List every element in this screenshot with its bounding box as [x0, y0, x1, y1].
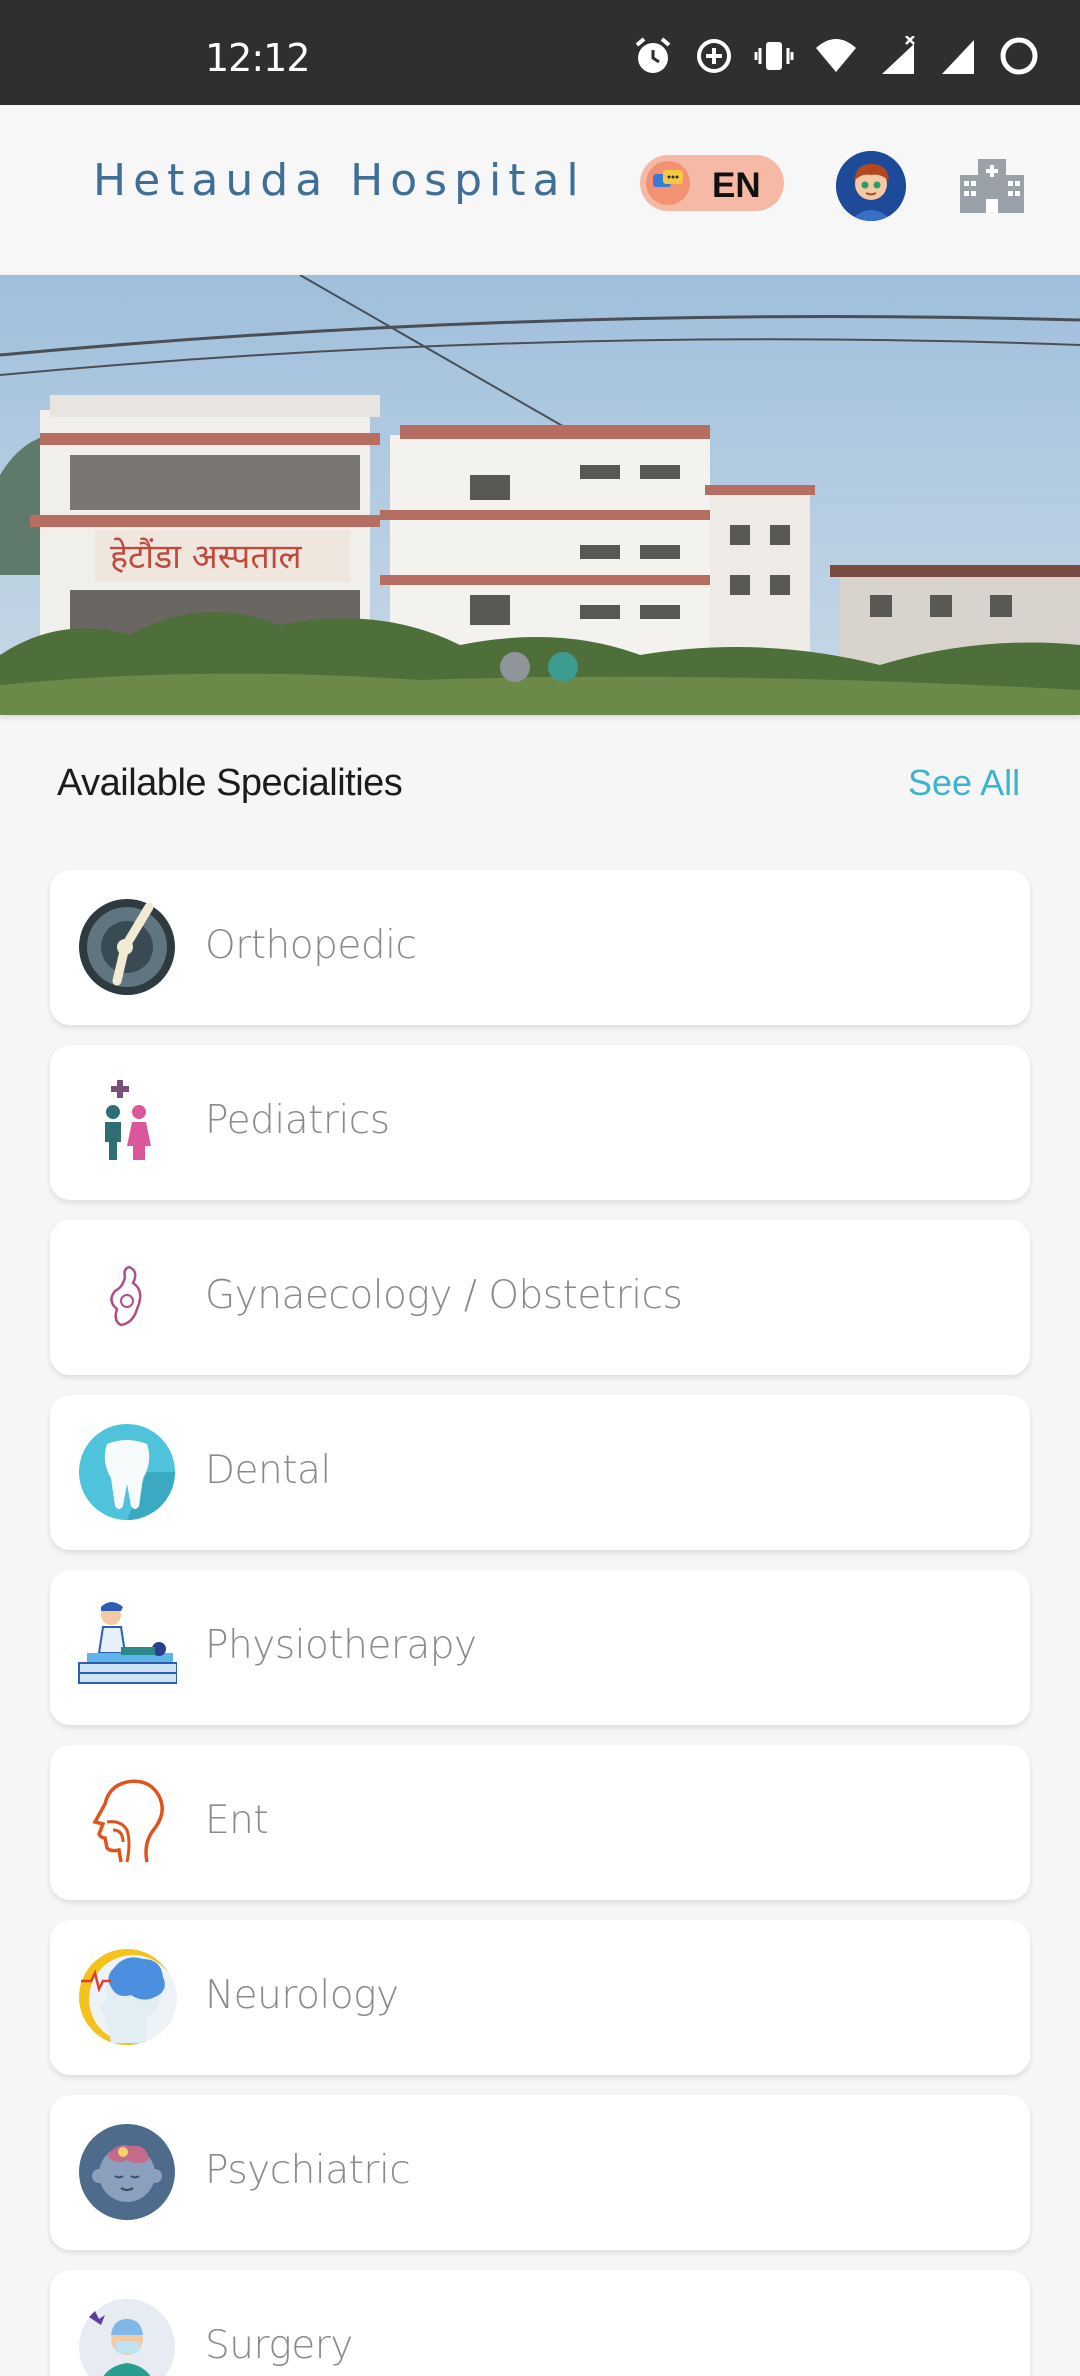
carousel-dot-1[interactable]: [500, 652, 530, 682]
speciality-card-physiotherapy[interactable]: Physiotherapy: [50, 1570, 1030, 1725]
speciality-label: Surgery: [205, 2323, 353, 2368]
language-toggle[interactable]: EN: [640, 155, 784, 211]
mind-head-icon: [79, 2124, 175, 2220]
carousel-dot-2-active[interactable]: [548, 652, 578, 682]
hospital-banner-image[interactable]: हेटौंडा अस्पताल: [0, 275, 1080, 715]
status-bar: 12:12: [0, 0, 1080, 105]
ear-nose-throat-icon: [92, 1779, 164, 1863]
hospital-building-icon[interactable]: [958, 155, 1026, 218]
speciality-label: Gynaecology / Obstetrics: [205, 1273, 683, 1318]
speciality-card-surgery[interactable]: Surgery: [50, 2270, 1030, 2376]
speciality-label: Orthopedic: [205, 923, 417, 968]
section-title: Available Specialities: [57, 762, 403, 804]
status-time: 12:12: [205, 36, 311, 80]
app-header: Hetauda Hospital EN: [0, 105, 1080, 275]
speciality-card-dental[interactable]: Dental: [50, 1395, 1030, 1550]
speciality-label: Ent: [205, 1798, 269, 1843]
signal-x-icon: [882, 36, 915, 74]
speciality-label: Psychiatric: [205, 2148, 411, 2193]
carousel-dots: [500, 652, 578, 682]
language-label: EN: [712, 166, 761, 205]
signal-icon: [942, 40, 974, 74]
alarm-icon: [635, 37, 671, 73]
speciality-card-ent[interactable]: Ent: [50, 1745, 1030, 1900]
speciality-card-neurology[interactable]: Neurology: [50, 1920, 1030, 2075]
speciality-label: Pediatrics: [205, 1098, 390, 1143]
tooth-icon: [79, 1424, 175, 1520]
status-icons: [632, 36, 1040, 76]
speciality-card-gynaecology[interactable]: Gynaecology / Obstetrics: [50, 1220, 1030, 1375]
speciality-label: Dental: [205, 1448, 331, 1493]
physiotherapy-massage-icon: [78, 1602, 177, 1684]
banner-sign-text: हेटौंडा अस्पताल: [110, 537, 302, 577]
speciality-card-pediatrics[interactable]: Pediatrics: [50, 1045, 1030, 1200]
surgeon-icon: [79, 2299, 175, 2376]
speciality-label: Physiotherapy: [205, 1623, 477, 1668]
avatar[interactable]: [836, 151, 906, 221]
mother-baby-icon: [110, 1265, 142, 1327]
speciality-label: Neurology: [205, 1973, 399, 2018]
speciality-card-orthopedic[interactable]: Orthopedic: [50, 870, 1030, 1025]
orthopedic-joint-icon: [79, 899, 175, 995]
see-all-link[interactable]: See All: [908, 762, 1020, 804]
wifi-icon: [816, 39, 856, 72]
speciality-card-psychiatric[interactable]: Psychiatric: [50, 2095, 1030, 2250]
hospital-title: Hetauda Hospital: [93, 155, 586, 206]
children-icon: [105, 1080, 151, 1160]
brain-head-icon: [79, 1949, 177, 2045]
data-saver-icon: [697, 39, 731, 73]
vibrate-icon: [754, 42, 794, 70]
chat-bubbles-icon: [646, 161, 690, 205]
battery-ring-icon: [1000, 37, 1038, 75]
